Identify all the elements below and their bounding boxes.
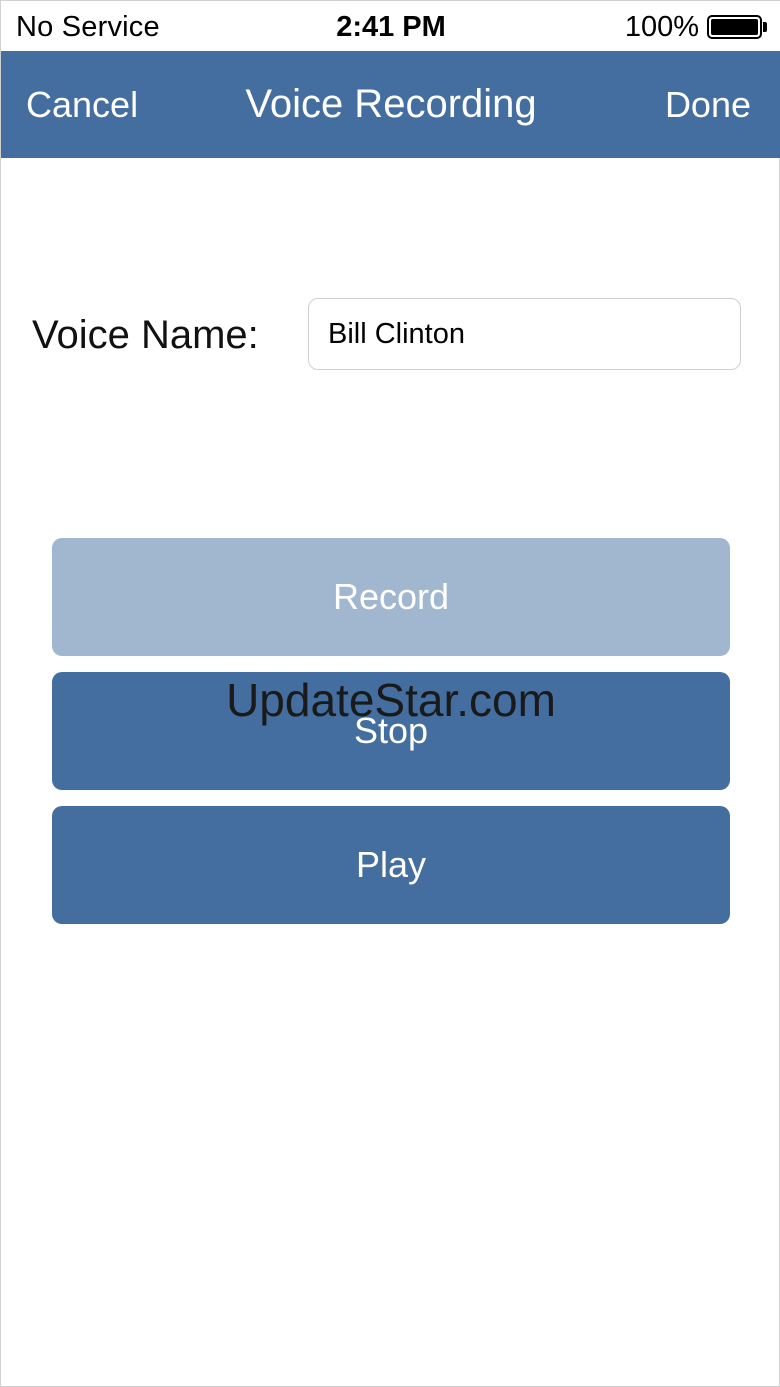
record-button[interactable]: Record bbox=[52, 538, 730, 656]
battery-icon bbox=[707, 15, 767, 39]
page-title: Voice Recording bbox=[245, 82, 537, 126]
navigation-bar: Cancel Voice Recording Done bbox=[1, 51, 780, 158]
voice-recording-screen: No Service 2:41 PM 100% Cancel Voice Rec… bbox=[0, 0, 780, 1387]
done-button[interactable]: Done bbox=[665, 84, 751, 126]
play-button[interactable]: Play bbox=[52, 806, 730, 924]
voice-name-label: Voice Name: bbox=[32, 313, 259, 357]
stop-button[interactable]: Stop bbox=[52, 672, 730, 790]
voice-name-input[interactable] bbox=[308, 298, 741, 370]
battery-percent: 100% bbox=[624, 11, 699, 43]
status-bar: No Service 2:41 PM 100% bbox=[1, 1, 780, 51]
